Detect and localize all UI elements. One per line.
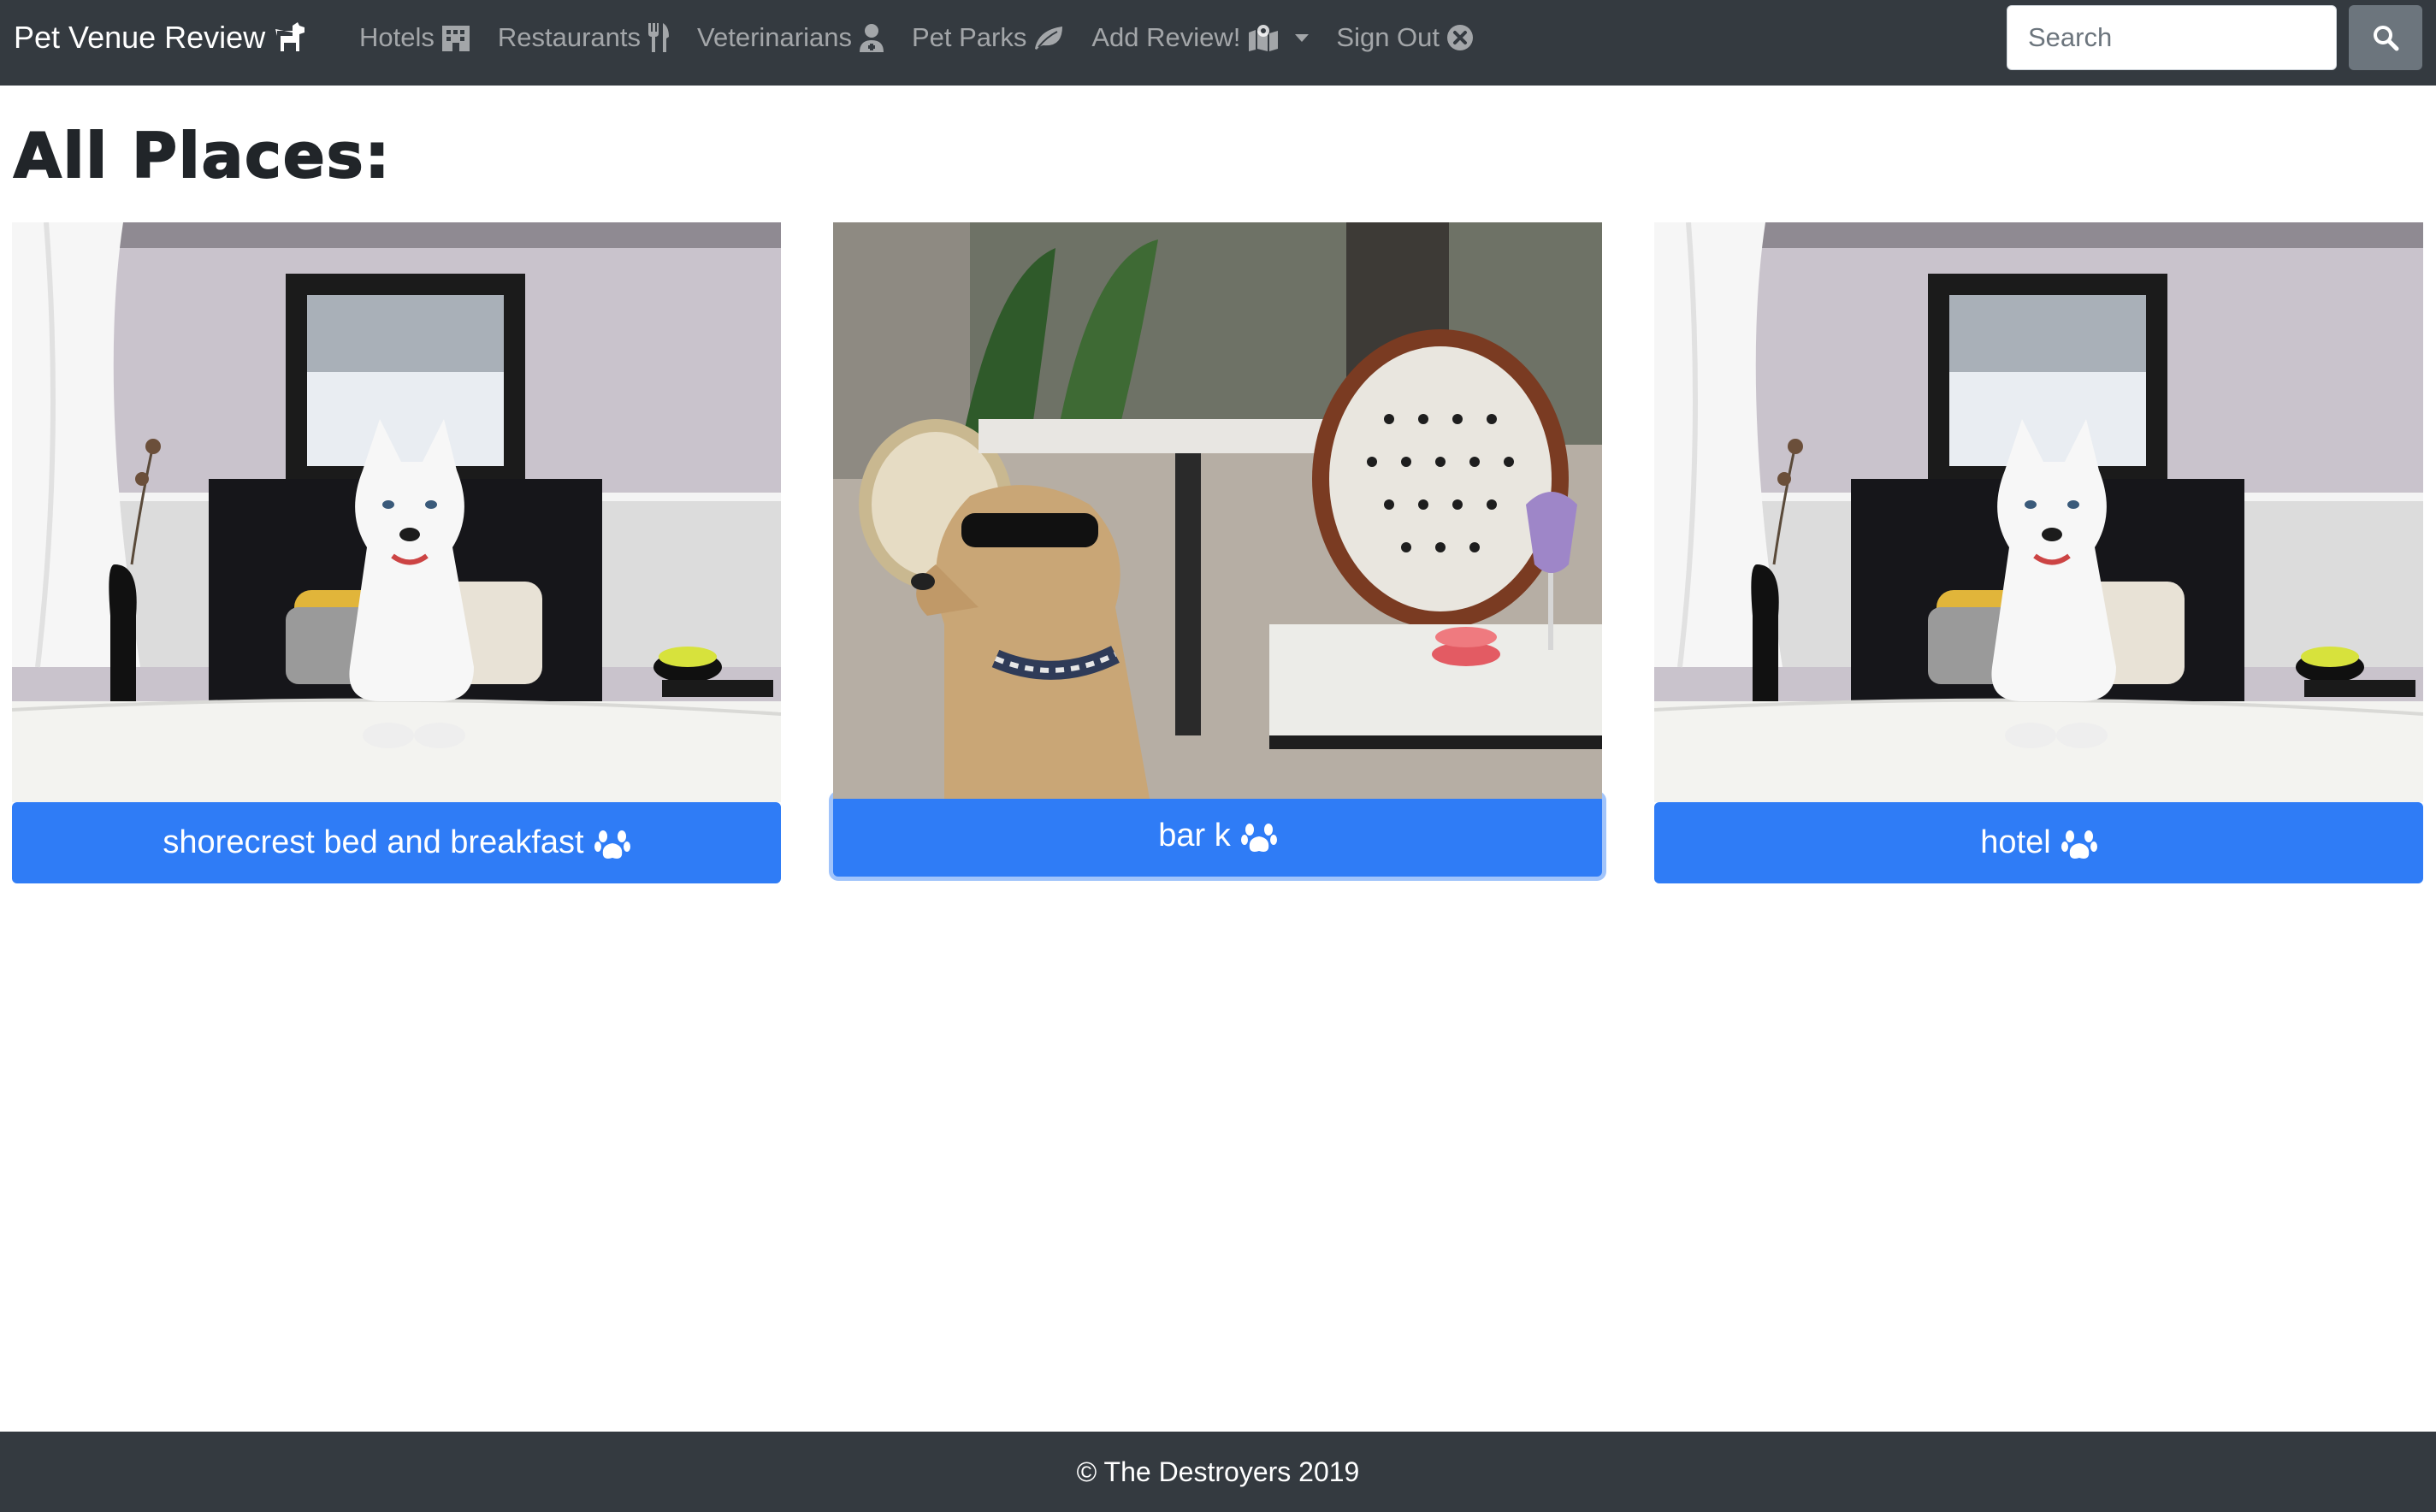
nav-veterinarians[interactable]: Veterinarians <box>697 22 884 53</box>
search-icon <box>2372 24 2399 51</box>
nav-sign-out[interactable]: Sign Out <box>1336 22 1474 53</box>
footer-copyright: © The Destroyers 2019 <box>1076 1456 1360 1487</box>
leaf-icon <box>1033 25 1064 50</box>
dog-icon <box>274 22 308 53</box>
page-title: All Places: <box>13 119 392 192</box>
nav-label: Sign Out <box>1336 22 1440 52</box>
search-input[interactable] <box>2007 5 2337 70</box>
search-button[interactable] <box>2349 5 2422 70</box>
place-name: hotel <box>1980 824 2051 860</box>
paw-icon <box>1240 819 1277 853</box>
nav-label: Restaurants <box>497 22 642 52</box>
nav-restaurants[interactable]: Restaurants <box>498 22 670 53</box>
map-marked-icon <box>1247 24 1280 51</box>
place-image[interactable] <box>12 222 781 802</box>
place-name: shorecrest bed and breakfast <box>163 824 584 860</box>
nav-hotels[interactable]: Hotels <box>359 22 470 53</box>
nav-add-review-dropdown[interactable]: Add Review! <box>1091 22 1310 53</box>
navbar: Pet Venue Review Hotels Restaurants Vete… <box>0 0 2436 86</box>
place-card: bar k <box>833 222 1602 877</box>
place-button[interactable]: bar k <box>833 795 1602 877</box>
footer: © The Destroyers 2019 <box>0 1432 2436 1512</box>
place-image[interactable] <box>833 222 1602 799</box>
paw-icon <box>594 826 630 860</box>
nav-label: Add Review! <box>1091 22 1241 52</box>
nav-pet-parks[interactable]: Pet Parks <box>912 22 1064 53</box>
place-image[interactable] <box>1654 222 2423 802</box>
brand-title: Pet Venue Review <box>14 20 266 55</box>
paw-icon <box>2061 826 2097 860</box>
place-card: hotel <box>1654 222 2423 883</box>
times-circle-icon <box>1446 24 1474 51</box>
nav-label: Veterinarians <box>697 22 852 52</box>
hotel-icon <box>441 24 470 51</box>
utensils-icon <box>647 23 670 52</box>
brand-link[interactable]: Pet Venue Review <box>14 0 308 75</box>
nav-label: Pet Parks <box>911 22 1027 52</box>
place-button[interactable]: hotel <box>1654 802 2423 883</box>
nav-label: Hotels <box>359 22 435 52</box>
place-button[interactable]: shorecrest bed and breakfast <box>12 802 781 883</box>
place-card: shorecrest bed and breakfast <box>12 222 781 883</box>
chevron-down-icon <box>1295 33 1310 42</box>
place-name: bar k <box>1158 818 1231 853</box>
user-md-icon <box>859 23 884 52</box>
nav-menu: Hotels Restaurants Veterinarians Pet Par… <box>359 0 1474 75</box>
